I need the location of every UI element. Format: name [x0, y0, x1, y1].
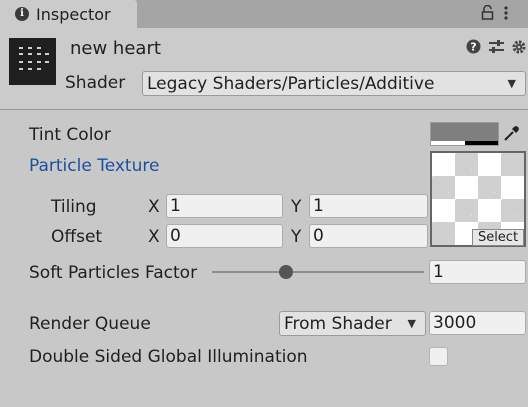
offset-y-axis: Y [291, 227, 302, 247]
tiling-x-axis: X [148, 197, 160, 217]
tint-color-label: Tint Color [29, 125, 111, 145]
tab-inspector[interactable]: i Inspector [0, 0, 137, 28]
tiling-label: Tiling [51, 197, 97, 217]
tab-bar: i Inspector [0, 0, 528, 28]
offset-x-axis: X [148, 227, 160, 247]
tab-label: Inspector [36, 4, 111, 24]
soft-particles-slider[interactable] [212, 271, 424, 273]
offset-label: Offset [51, 227, 103, 247]
lock-icon[interactable] [481, 4, 494, 24]
help-icon[interactable]: ? [466, 39, 481, 58]
soft-particles-label: Soft Particles Factor [29, 263, 198, 283]
render-queue-dropdown[interactable]: From Shader ▼ [279, 311, 426, 336]
offset-y-field[interactable]: 0 [309, 224, 428, 248]
shader-value: Legacy Shaders/Particles/Additive [147, 73, 435, 94]
color-picker-icon[interactable] [503, 124, 521, 146]
object-name: new heart [70, 38, 161, 59]
settings-icon[interactable] [511, 39, 527, 59]
double-sided-gi-label: Double Sided Global Illumination [29, 347, 308, 367]
select-button[interactable]: Select [472, 229, 524, 246]
soft-particles-field[interactable]: 1 [429, 260, 526, 284]
tiling-y-field[interactable]: 1 [309, 194, 428, 218]
shader-dropdown[interactable]: Legacy Shaders/Particles/Additive ▼ [142, 71, 526, 96]
preset-icon[interactable] [488, 39, 505, 58]
info-icon: i [15, 7, 29, 21]
dropdown-caret-icon: ▼ [407, 317, 416, 330]
render-queue-mode: From Shader [284, 313, 392, 334]
dropdown-caret-icon: ▼ [507, 77, 516, 90]
offset-x-field[interactable]: 0 [166, 224, 283, 248]
slider-thumb[interactable] [279, 265, 294, 279]
more-icon[interactable] [504, 5, 508, 24]
thumbnail-icon [9, 38, 56, 85]
svg-text:?: ? [470, 41, 476, 54]
render-queue-field[interactable]: 3000 [429, 311, 526, 335]
double-sided-gi-checkbox[interactable] [429, 347, 448, 366]
tint-alpha-bar-white [431, 141, 465, 145]
shader-label: Shader [65, 73, 126, 93]
particle-texture-label[interactable]: Particle Texture [29, 156, 159, 176]
render-queue-label: Render Queue [29, 314, 151, 334]
tiling-y-axis: Y [291, 197, 302, 217]
tiling-x-field[interactable]: 1 [166, 194, 283, 218]
tint-alpha-bar-black [465, 141, 498, 145]
